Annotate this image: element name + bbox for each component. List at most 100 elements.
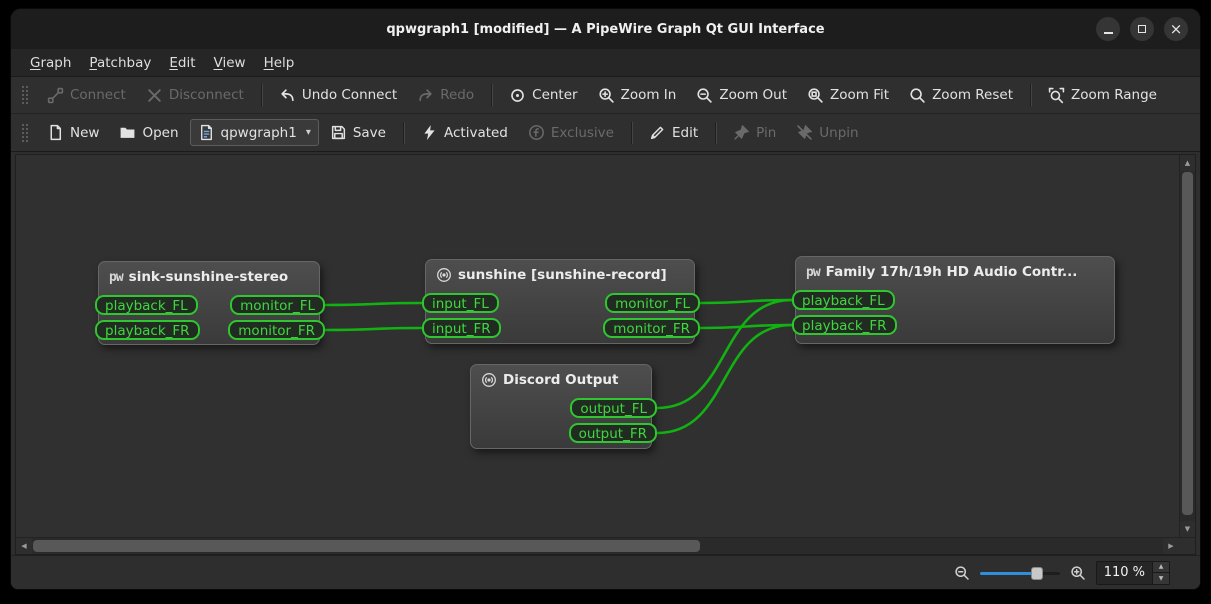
unpin-label: Unpin [819,125,858,141]
scrollbar-corner [1179,538,1195,554]
port-input-playback-fl[interactable]: playback_FL [95,295,198,315]
zoom-out-icon[interactable] [954,565,970,581]
redo-button[interactable]: Redo [408,82,483,109]
port-output-monitor-fl[interactable]: monitor_FL [230,295,325,315]
center-button[interactable]: Center [500,82,586,109]
new-label: New [70,125,99,141]
scroll-right-icon: ▶ [1168,542,1173,550]
edit-toggle-button[interactable]: Edit [640,119,707,146]
activated-label: Activated [444,125,508,141]
redo-icon [417,87,434,104]
zoom-in-button[interactable]: Zoom In [589,82,686,109]
window-title: qpwgraph1 [modified] — A PipeWire Graph … [386,22,824,37]
spin-up-icon: ▲ [1159,563,1164,570]
audio-record-icon [436,267,452,283]
horizontal-scroll-thumb[interactable] [33,540,700,552]
open-folder-icon [119,124,136,141]
audio-record-icon [481,372,497,388]
graph-node-sink-sunshine-stereo[interactable]: pw sink-sunshine-stereo playback_FL play… [98,261,320,345]
connect-label: Connect [70,87,126,103]
title-bar[interactable]: qpwgraph1 [modified] — A PipeWire Graph … [11,9,1200,49]
disconnect-icon [146,87,163,104]
zoom-spin-arrows: ▲ ▼ [1152,562,1169,584]
menu-graph-label: G [30,55,40,71]
scroll-left-button[interactable]: ◀ [16,538,32,554]
graph-node-family-hd-audio[interactable]: pw Family 17h/19h HD Audio Contr... play… [795,256,1115,344]
maximize-button[interactable] [1130,17,1154,41]
port-output-monitor-fr[interactable]: monitor_FR [603,318,700,338]
new-patchbay-button[interactable]: New [38,119,108,146]
edit-label: Edit [672,125,698,141]
undo-icon [279,87,296,104]
status-bar: 110 % ▲ ▼ [11,555,1200,589]
connect-icon [47,87,64,104]
current-patchbay-selector[interactable]: qpwgraph1 ▾ [190,119,319,146]
toolbar-grip[interactable] [21,84,29,106]
pin-label: Pin [756,125,776,141]
zoom-out-icon [696,87,713,104]
node-header: Discord Output [471,365,651,388]
horizontal-scroll-track[interactable] [32,538,1163,554]
port-input-fl[interactable]: input_FL [422,293,499,313]
menu-edit-label: E [169,55,178,71]
port-input-playback-fr[interactable]: playback_FR [95,320,200,340]
graph-view: pw sink-sunshine-stereo playback_FL play… [15,154,1196,555]
close-button[interactable]: × [1164,17,1188,41]
unpin-button[interactable]: Unpin [787,119,867,146]
graph-node-discord-output[interactable]: Discord Output output_FL output_FR [470,364,652,449]
zoom-slider[interactable] [980,566,1060,580]
zoom-in-icon[interactable] [1070,565,1086,581]
zoom-slider-handle[interactable] [1031,567,1043,580]
zoom-range-button[interactable]: Zoom Range [1039,82,1166,109]
zoom-fit-button[interactable]: Zoom Fit [798,82,898,109]
exclusive-icon [528,124,545,141]
zoom-out-button[interactable]: Zoom Out [687,82,796,109]
scroll-down-button[interactable]: ▼ [1180,521,1195,537]
port-output-monitor-fl[interactable]: monitor_FL [605,293,700,313]
port-input-fr[interactable]: input_FR [422,318,501,338]
port-input-playback-fl[interactable]: playback_FL [792,290,895,310]
pin-button[interactable]: Pin [724,119,785,146]
scroll-left-icon: ◀ [21,542,26,550]
node-header: sunshine [sunshine-record] [426,260,694,283]
open-patchbay-button[interactable]: Open [110,119,187,146]
pipewire-icon: pw [109,270,123,285]
toolbar-separator [491,84,492,106]
save-patchbay-button[interactable]: Save [321,119,395,146]
toolbar-separator [261,84,262,106]
zoom-reset-button[interactable]: Zoom Reset [900,82,1022,109]
menu-graph[interactable]: Graph [21,51,80,75]
zoom-spin-up-button[interactable]: ▲ [1153,562,1169,573]
menu-patchbay[interactable]: Patchbay [80,51,160,75]
disconnect-button[interactable]: Disconnect [137,82,253,109]
zoom-in-label: Zoom In [621,87,677,103]
activated-toggle-button[interactable]: Activated [412,119,517,146]
exclusive-toggle-button[interactable]: Exclusive [519,119,623,146]
undo-connect-button[interactable]: Undo Connect [270,82,406,109]
vertical-scroll-track[interactable] [1180,171,1195,521]
menu-view[interactable]: View [205,51,255,75]
menu-view-label-rest: iew [222,55,245,71]
chevron-down-icon: ▾ [306,127,311,138]
port-output-fr[interactable]: output_FR [569,423,657,443]
zoom-spinbox[interactable]: 110 % ▲ ▼ [1096,561,1170,585]
window-controls: × [1096,17,1188,41]
graph-canvas[interactable]: pw sink-sunshine-stereo playback_FL play… [16,155,1179,537]
node-title: Family 17h/19h HD Audio Contr... [826,264,1078,280]
scroll-right-button[interactable]: ▶ [1163,538,1179,554]
scroll-up-button[interactable]: ▲ [1180,155,1195,171]
graph-node-sunshine[interactable]: sunshine [sunshine-record] input_FL inpu… [425,259,695,344]
graph-toolbar: Connect Disconnect Undo Connect Redo Cen… [11,77,1200,114]
zoom-reset-label: Zoom Reset [932,87,1013,103]
connect-button[interactable]: Connect [38,82,135,109]
port-input-playback-fr[interactable]: playback_FR [792,315,897,335]
vertical-scroll-thumb[interactable] [1182,172,1193,515]
port-output-fl[interactable]: output_FL [570,398,657,418]
port-output-monitor-fr[interactable]: monitor_FR [228,320,325,340]
toolbar-grip[interactable] [21,122,29,144]
menu-edit[interactable]: Edit [160,51,204,75]
node-header: pw Family 17h/19h HD Audio Contr... [796,257,1114,280]
minimize-button[interactable] [1096,17,1120,41]
zoom-spin-down-button[interactable]: ▼ [1153,572,1169,584]
menu-help[interactable]: Help [255,51,304,75]
